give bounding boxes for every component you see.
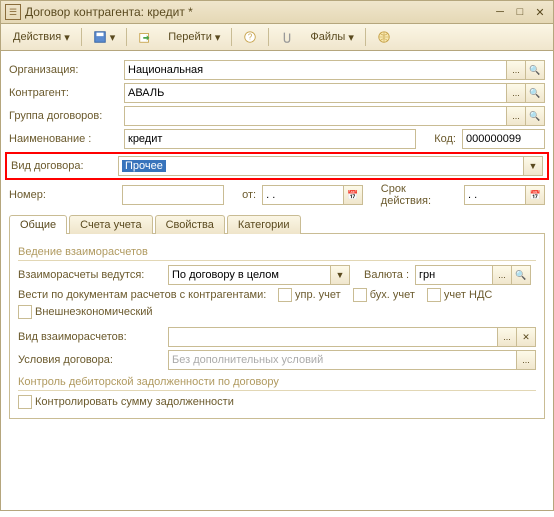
files-menu[interactable]: Файлы ▾ [303, 28, 360, 47]
settle-type-field[interactable] [168, 327, 498, 347]
chk-acc[interactable] [353, 288, 367, 302]
highlighted-row: Вид договора: Прочее ▼ [5, 152, 549, 180]
svg-text:?: ? [248, 33, 253, 42]
actions-menu[interactable]: Действия ▾ [6, 28, 77, 47]
name-field[interactable]: кредит [124, 129, 416, 149]
globe-icon[interactable] [370, 27, 398, 47]
number-label: Номер: [9, 189, 122, 201]
group-label: Группа договоров: [9, 110, 124, 122]
code-label: Код: [434, 133, 456, 145]
tab-general[interactable]: Общие [9, 215, 67, 234]
contr-label: Контрагент: [9, 87, 124, 99]
type-dropdown-icon[interactable]: ▼ [523, 156, 543, 176]
chk-vat[interactable] [427, 288, 441, 302]
window-title: Договор контрагента: кредит * [25, 5, 489, 19]
code-field[interactable]: 000000099 [462, 129, 545, 149]
attach-icon[interactable] [273, 27, 301, 47]
group-field[interactable] [124, 106, 507, 126]
contr-search-icon[interactable]: 🔍 [525, 83, 545, 103]
type-select[interactable]: Прочее [118, 156, 524, 176]
date-from-label: от: [242, 189, 256, 201]
goto-menu[interactable]: Перейти ▾ [161, 28, 227, 47]
org-label: Организация: [9, 64, 124, 76]
minimize-button[interactable]: ─ [491, 4, 509, 20]
validity-picker-icon[interactable]: 📅 [525, 185, 545, 205]
chk-control-debt[interactable] [18, 395, 32, 409]
type-label: Вид договора: [11, 160, 118, 172]
window-icon: ☰ [5, 4, 21, 20]
goto-icon[interactable] [131, 27, 159, 47]
date-from-field[interactable]: . . [262, 185, 344, 205]
settle-type-clear-icon[interactable]: ✕ [516, 327, 536, 347]
org-search-icon[interactable]: 🔍 [525, 60, 545, 80]
validity-label: Срок действия: [381, 183, 458, 207]
section-debt-control: Контроль дебиторской задолженности по до… [18, 374, 536, 391]
terms-label: Условия договора: [18, 354, 168, 366]
terms-field[interactable]: Без дополнительных условий [168, 350, 517, 370]
maximize-button[interactable]: □ [511, 4, 529, 20]
org-field[interactable]: Национальная [124, 60, 507, 80]
settle-label: Взаиморасчеты ведутся: [18, 269, 168, 281]
tab-categories[interactable]: Категории [227, 215, 301, 234]
group-search-icon[interactable]: 🔍 [525, 106, 545, 126]
validity-field[interactable]: . . [464, 185, 526, 205]
save-icon[interactable]: ▾ [86, 27, 123, 47]
currency-select-button[interactable]: ... [492, 265, 512, 285]
tab-accounts[interactable]: Счета учета [69, 215, 152, 234]
contr-field[interactable]: АВАЛЬ [124, 83, 507, 103]
currency-search-icon[interactable]: 🔍 [511, 265, 531, 285]
terms-select-button[interactable]: ... [516, 350, 536, 370]
section-settlements: Ведение взаиморасчетов [18, 244, 536, 261]
contr-select-button[interactable]: ... [506, 83, 526, 103]
close-button[interactable]: ✕ [531, 4, 549, 20]
currency-label: Валюта : [364, 269, 409, 281]
chk-foreign[interactable] [18, 305, 32, 319]
settle-type-label: Вид взаиморасчетов: [18, 331, 168, 343]
name-label: Наименование : [9, 133, 124, 145]
help-icon[interactable]: ? [236, 27, 264, 47]
keep-docs-label: Вести по документам расчетов с контраген… [18, 289, 278, 301]
number-field[interactable] [122, 185, 224, 205]
date-from-picker-icon[interactable]: 📅 [343, 185, 363, 205]
group-select-button[interactable]: ... [506, 106, 526, 126]
settle-type-select-button[interactable]: ... [497, 327, 517, 347]
settle-dropdown-icon[interactable]: ▼ [330, 265, 350, 285]
chk-mgmt[interactable] [278, 288, 292, 302]
tab-properties[interactable]: Свойства [155, 215, 225, 234]
currency-field[interactable]: грн [415, 265, 493, 285]
settle-select[interactable]: По договору в целом [168, 265, 331, 285]
org-select-button[interactable]: ... [506, 60, 526, 80]
